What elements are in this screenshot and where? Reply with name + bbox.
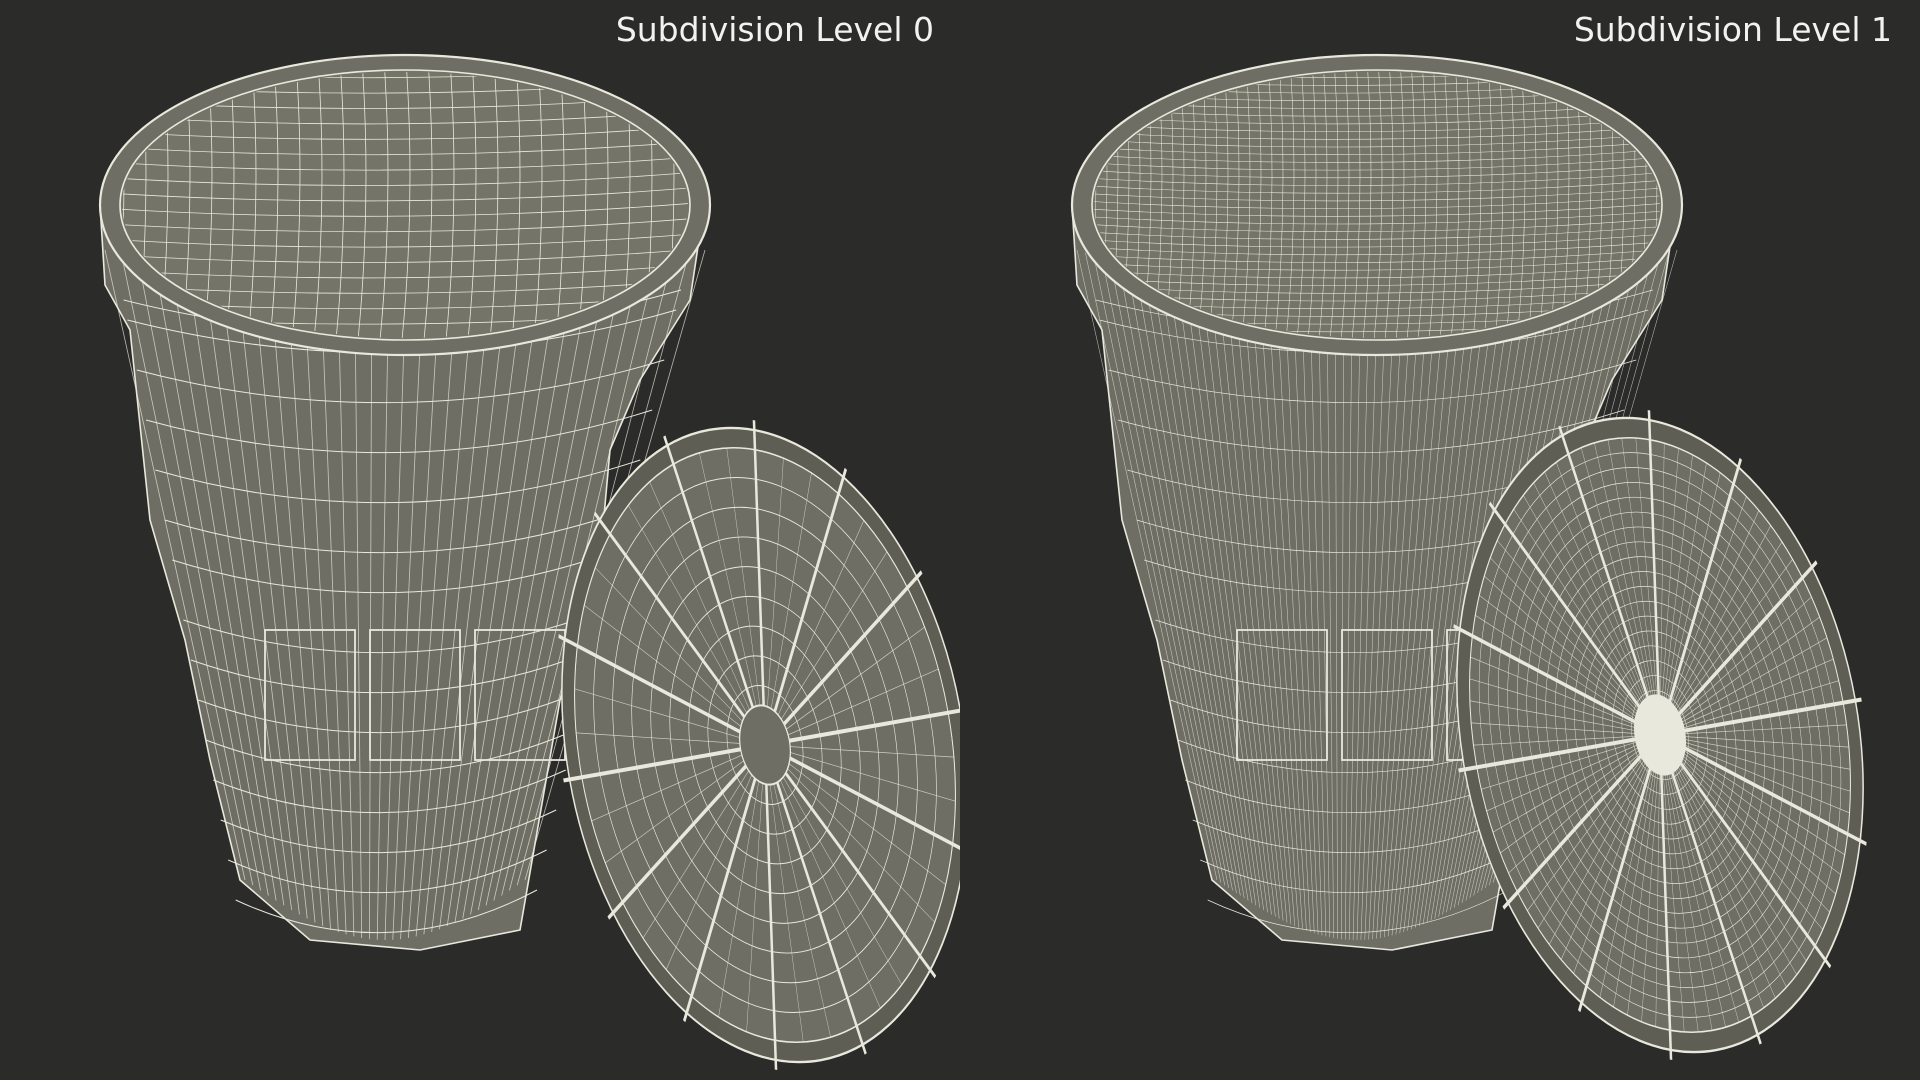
panel-subdivision-level-1: Subdivision Level 1 bbox=[960, 0, 1920, 1080]
barrel-render-level-0 bbox=[98, 53, 960, 1070]
panel-subdivision-level-0: Subdivision Level 0 bbox=[0, 0, 960, 1080]
barrel-top-surface bbox=[119, 69, 691, 341]
barrel-render-level-1 bbox=[1070, 53, 1867, 1060]
subdivision-level-0-label: Subdivision Level 0 bbox=[615, 10, 934, 49]
barrel-top-surface bbox=[1091, 69, 1663, 341]
render-stage: Subdivision Level 0 Subdivision Level 1 bbox=[0, 0, 1920, 1080]
subdivision-level-1-label: Subdivision Level 1 bbox=[1573, 10, 1892, 49]
